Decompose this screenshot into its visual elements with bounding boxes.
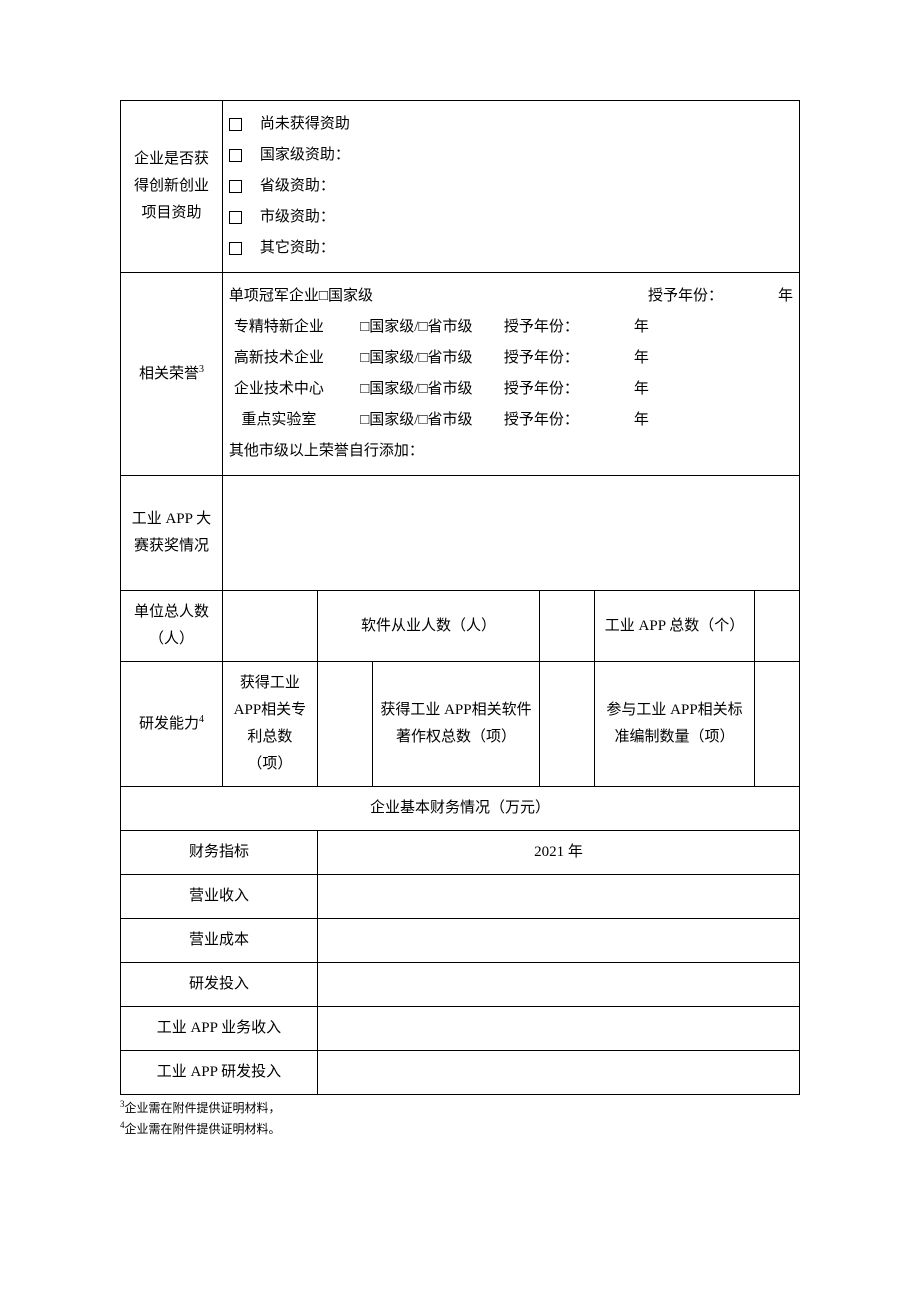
funding-options-cell: 尚未获得资助 国家级资助： 省级资助： 市级资助： 其它资助： — [222, 101, 799, 273]
footnote-text: 企业需在附件提供证明材料， — [125, 1101, 281, 1115]
funding-option-text: 省级资助： — [260, 173, 335, 200]
fin-row-label: 研发投入 — [121, 963, 318, 1007]
honor-year-label: 授予年份： — [504, 376, 579, 403]
honor-year-unit: 年 — [634, 345, 649, 372]
fin-row-label: 工业 APP 业务收入 — [121, 1007, 318, 1051]
checkbox-icon[interactable] — [229, 211, 242, 224]
value-patents[interactable] — [317, 662, 372, 787]
checkbox-icon[interactable] — [229, 118, 242, 131]
value-standards[interactable] — [755, 662, 800, 787]
funding-option-1: 国家级资助： — [229, 140, 793, 171]
fin-row-label: 营业成本 — [121, 919, 318, 963]
fin-row-label: 营业收入 — [121, 875, 318, 919]
fin-row-value[interactable] — [317, 1007, 799, 1051]
fin-row-label: 工业 APP 研发投入 — [121, 1051, 318, 1095]
label-honors: 相关荣誉3 — [121, 273, 223, 476]
fin-row-value[interactable] — [317, 875, 799, 919]
fin-section-header: 企业基本财务情况（万元） — [121, 787, 800, 831]
fin-col-indicator: 财务指标 — [121, 831, 318, 875]
label-total-people: 单位总人数（人） — [121, 591, 223, 662]
honor-year-label: 授予年份： — [504, 314, 579, 341]
label-honors-sup: 3 — [199, 364, 204, 375]
funding-option-text: 国家级资助： — [260, 142, 350, 169]
value-total-people[interactable] — [222, 591, 317, 662]
label-award: 工业 APP 大赛获奖情况 — [121, 476, 223, 591]
label-rd-sup: 4 — [199, 714, 204, 725]
honor-level: □国家级/□省市级 — [329, 376, 504, 403]
value-copyrights[interactable] — [540, 662, 595, 787]
funding-option-2: 省级资助： — [229, 171, 793, 202]
checkbox-icon[interactable] — [229, 180, 242, 193]
honor-year-unit: 年 — [778, 283, 793, 310]
label-app-total: 工业 APP 总数（个） — [595, 591, 755, 662]
honor-name: 专精特新企业 — [229, 314, 329, 341]
honor-name: 重点实验室 — [229, 407, 329, 434]
funding-option-text: 市级资助： — [260, 204, 335, 231]
honor-level: □国家级/□省市级 — [329, 345, 504, 372]
honor-extra-text: 其他市级以上荣誉自行添加： — [229, 438, 424, 465]
fin-row-value[interactable] — [317, 963, 799, 1007]
value-software-people[interactable] — [540, 591, 595, 662]
footnote-4: 4企业需在附件提供证明材料。 — [120, 1118, 800, 1139]
label-rd-capability: 研发能力4 — [121, 662, 223, 787]
honor-level: □国家级/□省市级 — [329, 314, 504, 341]
award-value[interactable] — [222, 476, 799, 591]
form-table: 企业是否获得创新创业项目资助 尚未获得资助 国家级资助： 省级资助： 市级资助：… — [120, 100, 800, 1095]
fin-col-year: 2021 年 — [317, 831, 799, 875]
label-standards: 参与工业 APP相关标准编制数量（项） — [595, 662, 755, 787]
checkbox-icon[interactable] — [229, 149, 242, 162]
honor-row: 专精特新企业 □国家级/□省市级 授予年份： 年 — [229, 312, 793, 343]
label-honors-text: 相关荣誉 — [139, 366, 199, 382]
checkbox-icon[interactable] — [229, 242, 242, 255]
label-software-people: 软件从业人数（人） — [317, 591, 539, 662]
label-patents: 获得工业 APP相关专利总数（项） — [222, 662, 317, 787]
honor-extra: 其他市级以上荣誉自行添加： — [229, 436, 793, 467]
honor-year-label: 授予年份： — [504, 345, 579, 372]
honor-row: 重点实验室 □国家级/□省市级 授予年份： 年 — [229, 405, 793, 436]
footnote-3: 3企业需在附件提供证明材料， — [120, 1097, 800, 1118]
honor-year-label: 授予年份： — [648, 283, 723, 310]
label-rd-text: 研发能力 — [139, 716, 199, 732]
label-funding: 企业是否获得创新创业项目资助 — [121, 101, 223, 273]
honor-row: 企业技术中心 □国家级/□省市级 授予年份： 年 — [229, 374, 793, 405]
honor-year-unit: 年 — [634, 407, 649, 434]
value-app-total[interactable] — [755, 591, 800, 662]
honor-level: □国家级/□省市级 — [329, 407, 504, 434]
honor-row: 单项冠军企业□国家级 授予年份： 年 — [229, 281, 793, 312]
fin-row-value[interactable] — [317, 919, 799, 963]
funding-option-0: 尚未获得资助 — [229, 109, 793, 140]
funding-option-3: 市级资助： — [229, 202, 793, 233]
honor-name: 单项冠军企业□国家级 — [229, 283, 373, 310]
honors-cell: 单项冠军企业□国家级 授予年份： 年 专精特新企业 □国家级/□省市级 授予年份… — [222, 273, 799, 476]
honor-year-label: 授予年份： — [504, 407, 579, 434]
honor-year-unit: 年 — [634, 376, 649, 403]
honor-name: 高新技术企业 — [229, 345, 329, 372]
footnote-text: 企业需在附件提供证明材料。 — [125, 1122, 281, 1136]
honor-row: 高新技术企业 □国家级/□省市级 授予年份： 年 — [229, 343, 793, 374]
label-copyrights: 获得工业 APP相关软件著作权总数（项） — [372, 662, 539, 787]
fin-row-value[interactable] — [317, 1051, 799, 1095]
funding-option-text: 尚未获得资助 — [260, 111, 350, 138]
funding-option-4: 其它资助： — [229, 233, 793, 264]
footnotes: 3企业需在附件提供证明材料， 4企业需在附件提供证明材料。 — [120, 1097, 800, 1139]
honor-year-unit: 年 — [634, 314, 649, 341]
funding-option-text: 其它资助： — [260, 235, 335, 262]
honor-name: 企业技术中心 — [229, 376, 329, 403]
